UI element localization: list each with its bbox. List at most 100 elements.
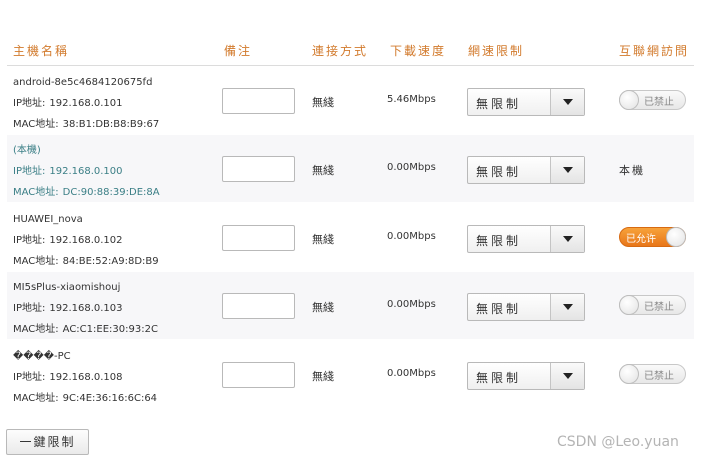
dropdown-button[interactable] [550, 89, 584, 115]
dropdown-button[interactable] [550, 363, 584, 389]
connection-type: 無綫 [312, 370, 334, 383]
device-row: HUAWEI_nova IP地址: 192.168.0.102 MAC地址: 84:… [7, 204, 694, 271]
note-input[interactable] [222, 362, 295, 388]
internet-access-toggle[interactable]: 已允许 [619, 227, 686, 247]
device-ip: IP地址: 192.168.0.102 [13, 230, 203, 251]
download-speed: 0.00Mbps [387, 299, 436, 310]
ip-label: IP地址: [13, 166, 46, 177]
device-row: MI5sPlus-xiaomishouj IP地址: 192.168.0.103 … [7, 272, 694, 339]
header-divider [7, 65, 694, 66]
device-mac: MAC地址: DC:90:88:39:DE:8A [13, 182, 203, 203]
mac-value: 38:B1:DB:B8:B9:67 [62, 119, 160, 130]
device-ip: IP地址: 192.168.0.101 [13, 93, 203, 114]
dropdown-button[interactable] [550, 157, 584, 183]
header-download-speed: 下載速度 [390, 44, 447, 58]
toggle-knob [619, 364, 639, 384]
mac-label: MAC地址: [13, 324, 59, 335]
speed-limit-value: 無限制 [476, 371, 522, 385]
ip-value: 192.168.0.101 [49, 98, 123, 109]
device-name: ����-PC [13, 351, 71, 362]
mac-label: MAC地址: [13, 256, 59, 267]
device-ip: IP地址: 192.168.0.108 [13, 367, 203, 388]
device-row: android-8e5c4684120675fd IP地址: 192.168.0.… [7, 67, 694, 134]
dropdown-button[interactable] [550, 226, 584, 252]
download-speed: 0.00Mbps [387, 231, 436, 242]
internet-access-toggle[interactable]: 已禁止 [619, 90, 686, 110]
table-header: 主機名稱 備注 連接方式 下載速度 網速限制 互聯網訪問 [0, 0, 720, 66]
device-info: android-8e5c4684120675fd IP地址: 192.168.0.… [13, 72, 203, 135]
download-speed: 5.46Mbps [387, 94, 436, 105]
note-input[interactable] [222, 88, 295, 114]
dropdown-button[interactable] [550, 294, 584, 320]
speed-limit-value: 無限制 [476, 234, 522, 248]
chevron-down-icon [563, 99, 573, 105]
chevron-down-icon [563, 373, 573, 379]
device-ip: IP地址: 192.168.0.103 [13, 298, 203, 319]
mac-value: 84:BE:52:A9:8D:B9 [62, 256, 159, 267]
speed-limit-select[interactable]: 無限制 [467, 225, 585, 253]
mac-value: AC:C1:EE:30:93:2C [62, 324, 158, 335]
chevron-down-icon [563, 167, 573, 173]
toggle-label: 已禁止 [644, 97, 674, 108]
device-info: MI5sPlus-xiaomishouj IP地址: 192.168.0.103 … [13, 277, 203, 340]
note-input[interactable] [222, 156, 295, 182]
header-connection-type: 連接方式 [312, 44, 369, 58]
device-ip: IP地址: 192.168.0.100 [13, 161, 203, 182]
header-host-name: 主機名稱 [13, 44, 70, 58]
device-info: HUAWEI_nova IP地址: 192.168.0.102 MAC地址: 84:… [13, 209, 203, 272]
device-mac: MAC地址: 84:BE:52:A9:8D:B9 [13, 251, 203, 272]
download-speed: 0.00Mbps [387, 368, 436, 379]
connection-type: 無綫 [312, 164, 334, 177]
ip-label: IP地址: [13, 372, 46, 383]
internet-access-toggle[interactable]: 已禁止 [619, 295, 686, 315]
device-row: (本機) IP地址: 192.168.0.100 MAC地址: DC:90:88:3… [7, 135, 694, 202]
toggle-knob [619, 295, 639, 315]
self-device-label: 本機 [619, 164, 645, 177]
ip-value: 192.168.0.100 [49, 166, 123, 177]
toggle-knob [666, 227, 686, 247]
connection-type: 無綫 [312, 301, 334, 314]
mac-label: MAC地址: [13, 187, 59, 198]
toggle-label: 已禁止 [644, 302, 674, 313]
device-name: HUAWEI_nova [13, 214, 83, 225]
mac-label: MAC地址: [13, 393, 59, 404]
ip-label: IP地址: [13, 303, 46, 314]
device-name: android-8e5c4684120675fd [13, 77, 153, 88]
toggle-label: 已允许 [626, 234, 656, 245]
device-mac: MAC地址: 9C:4E:36:16:6C:64 [13, 388, 203, 409]
connection-type: 無綫 [312, 96, 334, 109]
toggle-label: 已禁止 [644, 371, 674, 382]
ip-label: IP地址: [13, 98, 46, 109]
device-mac: MAC地址: AC:C1:EE:30:93:2C [13, 319, 203, 340]
device-name: (本機) [13, 145, 41, 156]
speed-limit-value: 無限制 [476, 302, 522, 316]
header-speed-limit: 網速限制 [468, 44, 525, 58]
note-input[interactable] [222, 293, 295, 319]
speed-limit-select[interactable]: 無限制 [467, 293, 585, 321]
header-internet-access: 互聯網訪問 [619, 44, 690, 58]
mac-value: DC:90:88:39:DE:8A [62, 187, 160, 198]
speed-limit-value: 無限制 [476, 97, 522, 111]
ip-label: IP地址: [13, 235, 46, 246]
device-mac: MAC地址: 38:B1:DB:B8:B9:67 [13, 114, 203, 135]
device-name: MI5sPlus-xiaomishouj [13, 282, 121, 293]
device-info: ����-PC IP地址: 192.168.0.108 MAC地址: 9C:4E:3… [13, 346, 203, 409]
speed-limit-select[interactable]: 無限制 [467, 88, 585, 116]
speed-limit-value: 無限制 [476, 165, 522, 179]
internet-access-toggle[interactable]: 已禁止 [619, 364, 686, 384]
watermark: CSDN @Leo.yuan [557, 434, 679, 450]
ip-value: 192.168.0.103 [49, 303, 123, 314]
mac-value: 9C:4E:36:16:6C:64 [62, 393, 158, 404]
header-note: 備注 [224, 44, 253, 58]
limit-all-button[interactable]: 一鍵限制 [6, 429, 89, 455]
note-input[interactable] [222, 225, 295, 251]
connection-type: 無綫 [312, 233, 334, 246]
device-info: (本機) IP地址: 192.168.0.100 MAC地址: DC:90:88:3… [13, 140, 203, 203]
ip-value: 192.168.0.108 [49, 372, 123, 383]
speed-limit-select[interactable]: 無限制 [467, 156, 585, 184]
device-row: ����-PC IP地址: 192.168.0.108 MAC地址: 9C:4E:3… [7, 341, 694, 408]
chevron-down-icon [563, 236, 573, 242]
speed-limit-select[interactable]: 無限制 [467, 362, 585, 390]
chevron-down-icon [563, 304, 573, 310]
mac-label: MAC地址: [13, 119, 59, 130]
